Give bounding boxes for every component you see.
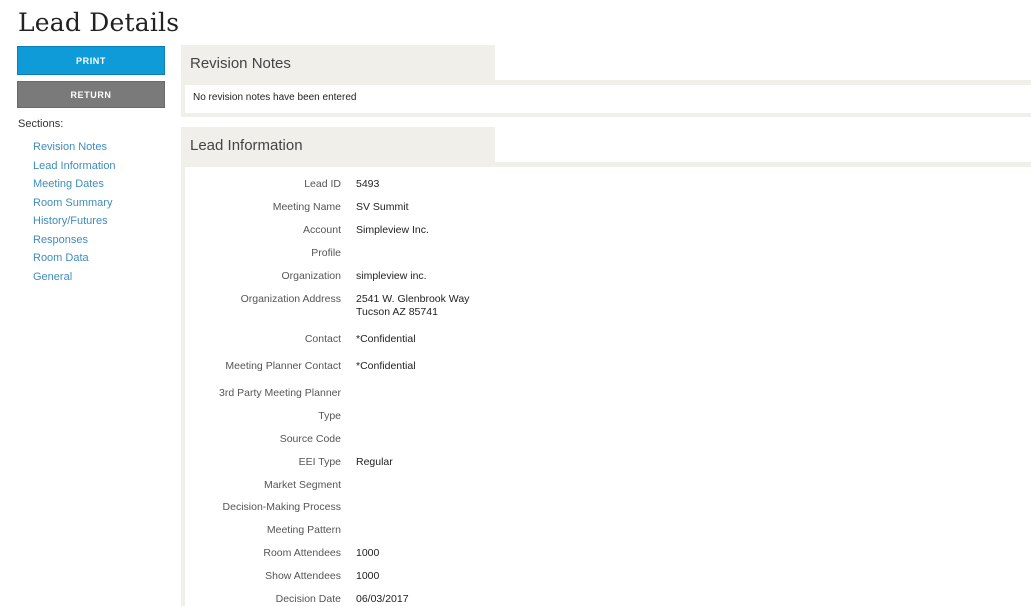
field-label: Type xyxy=(318,410,341,422)
field-label: Profile xyxy=(311,247,341,259)
field-label: Show Attendees xyxy=(265,570,341,582)
field-value: *Confidential xyxy=(356,333,416,345)
field-value: 1000 xyxy=(356,547,380,559)
field-label: Contact xyxy=(304,333,341,345)
field-label: Account xyxy=(303,224,341,236)
field-value: Simpleview Inc. xyxy=(356,224,429,236)
section-link-room-summary[interactable]: Room Summary xyxy=(33,196,116,215)
page-title: Lead Details xyxy=(18,8,180,37)
section-link-revision-notes[interactable]: Revision Notes xyxy=(33,140,116,159)
field-label: Organization Address xyxy=(240,293,341,305)
field-value: simpleview inc. xyxy=(356,270,427,282)
field-label: Market Segment xyxy=(263,479,341,491)
field-value: *Confidential xyxy=(356,360,416,372)
field-label: Source Code xyxy=(279,433,341,445)
field-value: Regular xyxy=(356,456,393,468)
field-label: Meeting Planner Contact xyxy=(225,360,341,372)
field-label: Meeting Name xyxy=(272,201,341,213)
section-link-meeting-dates[interactable]: Meeting Dates xyxy=(33,177,116,196)
section-link-lead-information[interactable]: Lead Information xyxy=(33,159,116,178)
field-value: 1000 xyxy=(356,570,380,582)
field-value: SV Summit xyxy=(356,201,409,213)
section-link-general[interactable]: General xyxy=(33,270,116,289)
field-label: Decision-Making Process xyxy=(222,501,341,513)
field-label: 3rd Party Meeting Planner xyxy=(219,387,341,399)
field-label: Meeting Pattern xyxy=(266,524,341,536)
field-value: 5493 xyxy=(356,178,380,190)
field-label: Lead ID xyxy=(304,178,341,190)
sections-nav: Revision Notes Lead Information Meeting … xyxy=(33,140,116,288)
section-link-room-data[interactable]: Room Data xyxy=(33,251,116,270)
section-link-history-futures[interactable]: History/Futures xyxy=(33,214,116,233)
revision-notes-empty-text: No revision notes have been entered xyxy=(193,92,357,103)
field-label: Decision Date xyxy=(275,593,341,605)
section-link-responses[interactable]: Responses xyxy=(33,233,116,252)
field-label: EEI Type xyxy=(298,456,341,468)
print-button[interactable]: PRINT xyxy=(17,46,165,75)
field-value: 2541 W. Glenbrook Way xyxy=(356,293,470,305)
return-button[interactable]: RETURN xyxy=(17,81,165,108)
field-value: 06/03/2017 xyxy=(356,593,409,605)
field-label: Organization xyxy=(281,270,341,282)
field-label: Room Attendees xyxy=(263,547,341,559)
lead-information-heading: Lead Information xyxy=(181,127,495,163)
sections-label: Sections: xyxy=(18,118,64,130)
revision-notes-heading: Revision Notes xyxy=(181,45,495,81)
field-value-line2: Tucson AZ 85741 xyxy=(356,306,438,318)
